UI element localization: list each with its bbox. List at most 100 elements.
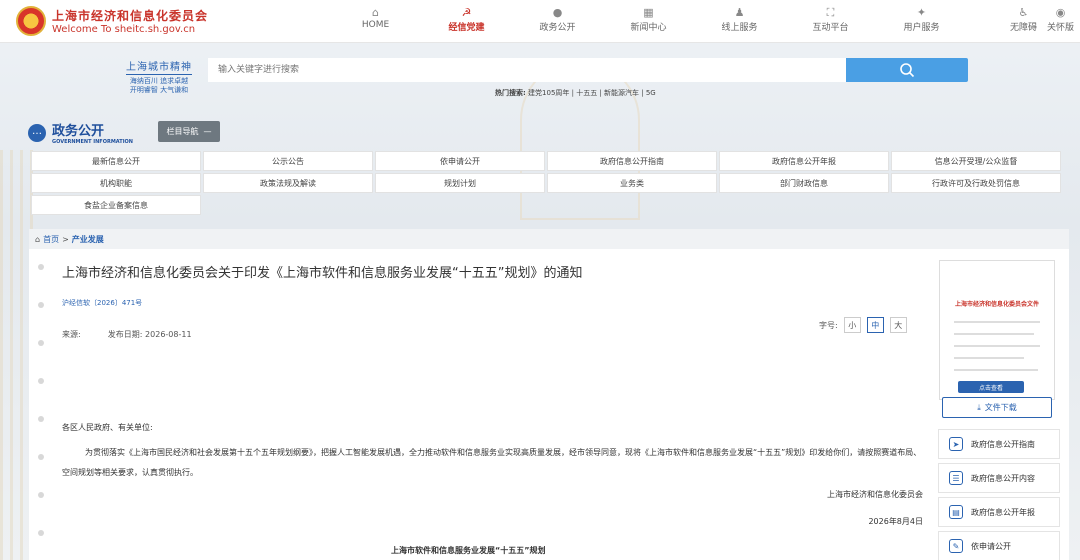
side-link-0[interactable]: ➤ 政府信息公开指南 [938, 429, 1060, 459]
font-size-medium-button[interactable]: 中 [866, 317, 884, 333]
download-icon: ⤓ [977, 402, 981, 412]
slogan-title: 上海城市精神 [126, 58, 192, 75]
category-link[interactable]: 政策法规及解读 [203, 173, 373, 193]
breadcrumb-separator: > [62, 234, 69, 244]
signer: 上海市经济和信息化委员会 [827, 490, 923, 499]
category-link[interactable]: 部门财政信息 [719, 173, 889, 193]
document-thumbnail[interactable]: 上海市经济和信息化委员会文件 点击查看 [939, 260, 1055, 400]
breadcrumb-home[interactable]: 首页 [43, 234, 59, 245]
plan-subtitle: 上海市软件和信息服务业发展“十五五”规划 [391, 546, 546, 555]
column-nav-label: 栏目导航 [166, 127, 199, 136]
bullet-dot [38, 340, 44, 346]
font-size-small-button[interactable]: 小 [843, 317, 861, 333]
thumbnail-text-line [954, 357, 1024, 359]
slogan-line-2: 开明睿智 大气谦和 [129, 86, 189, 94]
bullet-dot [38, 302, 44, 308]
site-header: 上海市经济和信息化委员会 Welcome To sheitc.sh.gov.cn… [0, 0, 1080, 43]
salutation: 各区人民政府、有关单位: [62, 423, 153, 432]
bullet-dot [38, 264, 44, 270]
user-service-icon: ✦ [916, 6, 927, 19]
side-link-label: 依申请公开 [971, 541, 1011, 551]
party-icon: ☭ [461, 6, 472, 19]
nav-item-1[interactable]: ☭ 经信党建 [421, 6, 512, 33]
category-link[interactable]: 行政许可及行政处罚信息 [891, 173, 1061, 193]
bullet-dot [38, 530, 44, 536]
nav-item-label: HOME [361, 20, 390, 30]
thumbnail-text-line [954, 369, 1038, 371]
main-nav: ⌂ HOME ☭ 经信党建 ● 政务公开 ▦ 新闻中心 ♟ 线上服务 ⛶ 互动平台 ✦ 用户服务 [330, 6, 967, 33]
category-link[interactable]: 政府信息公开指南 [547, 151, 717, 171]
nav-item-2[interactable]: ● 政务公开 [512, 6, 603, 33]
download-label: 文件下载 [984, 403, 1017, 412]
breadcrumb-current[interactable]: 产业发展 [72, 234, 104, 245]
nav-item-6[interactable]: ✦ 用户服务 [876, 6, 967, 33]
nav-item-label: 线上服务 [721, 23, 758, 33]
date-label: 发布日期: [107, 330, 143, 339]
font-size-large-button[interactable]: 大 [889, 317, 907, 333]
bullet-dot [38, 492, 44, 498]
article-meta: 来源: 发布日期: 2026-08-11 [62, 329, 192, 340]
thumbnail-title: 上海市经济和信息化委员会文件 [954, 301, 1039, 308]
util-link-0[interactable]: ♿ 无障碍 [1010, 6, 1037, 33]
font-size-label: 字号: [819, 320, 838, 330]
hot-searches: 热门搜索: 建党105周年 | 十五五 | 新能源汽车 | 5G [495, 88, 656, 98]
nav-item-5[interactable]: ⛶ 互动平台 [785, 6, 876, 33]
city-spirit-slogan: 上海城市精神 海纳百川 追求卓越 开明睿智 大气谦和 [126, 58, 192, 95]
category-link[interactable]: 公示公告 [203, 151, 373, 171]
nav-item-0[interactable]: ⌂ HOME [330, 6, 421, 33]
bullet-dot [38, 416, 44, 422]
article-body: 各区人民政府、有关单位: 为贯彻落实《上海市国民经济和社会发展第十五个五年规划纲… [62, 417, 924, 483]
side-link-label: 政府信息公开年报 [971, 507, 1035, 517]
minus-icon: — [203, 127, 212, 136]
sign-date: 2026年8月4日 [868, 517, 923, 526]
util-link-label: 关怀版 [1046, 23, 1074, 33]
category-link[interactable]: 依申请公开 [375, 151, 545, 171]
util-link-1[interactable]: ◉ 关怀版 [1047, 6, 1074, 33]
search-button[interactable] [846, 58, 968, 82]
nav-item-label: 政务公开 [539, 23, 576, 33]
search-icon [900, 63, 915, 78]
category-link[interactable]: 业务类 [547, 173, 717, 193]
category-link[interactable]: 食盐企业备案信息 [31, 195, 201, 215]
site-logo[interactable]: 上海市经济和信息化委员会 Welcome To sheitc.sh.gov.cn [16, 6, 208, 36]
column-nav-button[interactable]: 栏目导航 — [158, 121, 220, 142]
hot-search-terms[interactable]: 建党105周年 | 十五五 | 新能源汽车 | 5G [528, 89, 656, 97]
side-link-label: 政府信息公开内容 [971, 473, 1035, 483]
thumbnail-view-button[interactable]: 点击查看 [958, 381, 1024, 393]
report-icon: ▤ [949, 505, 963, 519]
category-link[interactable]: 信息公开受理/公众监督 [891, 151, 1061, 171]
home-icon: ⌂ [372, 6, 379, 19]
side-link-label: 政府信息公开指南 [971, 439, 1035, 449]
search-bar [208, 58, 968, 82]
document-number: 沪经信软〔2026〕471号 [62, 299, 143, 307]
chat-bubble-icon: … [28, 123, 46, 142]
nav-item-4[interactable]: ♟ 线上服务 [694, 6, 785, 33]
nav-item-3[interactable]: ▦ 新闻中心 [603, 6, 694, 33]
category-link[interactable]: 最新信息公开 [31, 151, 201, 171]
file-download-button[interactable]: ⤓ 文件下载 [942, 397, 1052, 418]
breadcrumb: ⌂ 首页 > 产业发展 [29, 229, 1069, 249]
side-link-1[interactable]: ☰ 政府信息公开内容 [938, 463, 1060, 493]
category-link[interactable]: 政府信息公开年报 [719, 151, 889, 171]
side-link-3[interactable]: ✎ 依申请公开 [938, 531, 1060, 560]
section-title-en: GOVERNMENT INFORMATION [52, 139, 133, 145]
section-header: … 政务公开 GOVERNMENT INFORMATION [28, 120, 133, 145]
category-grid: 最新信息公开 公示公告 依申请公开 政府信息公开指南 政府信息公开年报 信息公开受理/公众… [31, 151, 1062, 215]
util-link-label: 无障碍 [1009, 23, 1037, 33]
logo-title-en: Welcome To sheitc.sh.gov.cn [52, 24, 196, 35]
list-icon: ☰ [949, 471, 963, 485]
nav-item-label: 用户服务 [903, 23, 940, 33]
thumbnail-text-line [954, 321, 1040, 323]
national-emblem-icon [16, 6, 46, 36]
search-input[interactable] [208, 58, 846, 82]
publish-date: 2026-08-11 [145, 330, 192, 339]
hot-search-label: 热门搜索: [495, 89, 526, 97]
category-link[interactable]: 规划计划 [375, 173, 545, 193]
bullet-dot [38, 454, 44, 460]
side-link-2[interactable]: ▤ 政府信息公开年报 [938, 497, 1060, 527]
category-link[interactable]: 机构职能 [31, 173, 201, 193]
bullet-dot [38, 378, 44, 384]
interact-icon: ⛶ [826, 6, 835, 19]
side-links: ➤ 政府信息公开指南 ☰ 政府信息公开内容 ▤ 政府信息公开年报 ✎ 依申请公开 [938, 429, 1060, 560]
compass-icon: ➤ [949, 437, 963, 451]
